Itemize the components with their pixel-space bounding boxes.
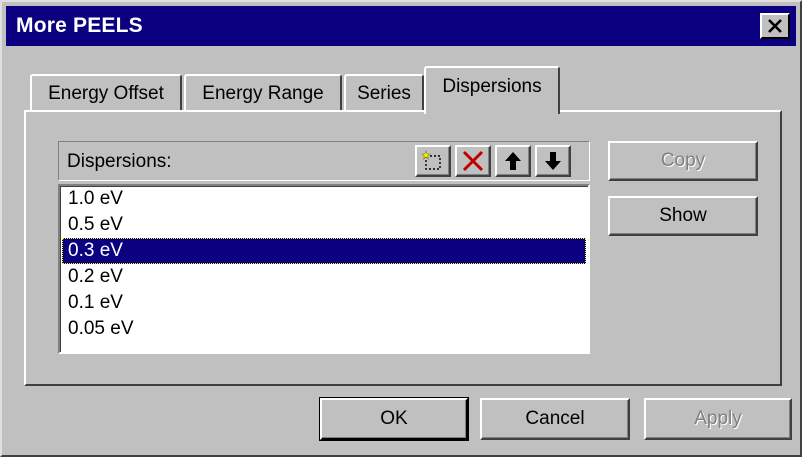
move-up-icon	[505, 152, 521, 170]
delete-item-button[interactable]	[455, 145, 491, 177]
list-item[interactable]: 0.05 eV	[62, 316, 586, 342]
new-item-button[interactable]	[415, 145, 451, 177]
new-item-icon	[421, 150, 441, 170]
tab-dispersions[interactable]: Dispersions	[424, 66, 560, 114]
copy-button-label: Copy	[660, 150, 706, 171]
list-item-selected[interactable]: 0.3 eV	[62, 238, 586, 264]
copy-button[interactable]: Copy	[608, 141, 758, 181]
dispersions-listbox[interactable]: 1.0 eV 0.5 eV 0.3 eV 0.2 eV 0.1 eV 0.05 …	[58, 184, 590, 354]
list-item[interactable]: 0.5 eV	[62, 212, 586, 238]
tab-energy-range[interactable]: Energy Range	[184, 74, 342, 112]
tab-label: Dispersions	[442, 76, 542, 97]
apply-button[interactable]: Apply	[644, 398, 792, 440]
list-item[interactable]: 1.0 eV	[62, 186, 586, 212]
ok-button[interactable]: OK	[319, 397, 469, 441]
tab-energy-offset[interactable]: Energy Offset	[30, 74, 182, 112]
delete-icon	[462, 150, 484, 172]
title-bar[interactable]: More PEELS	[6, 6, 796, 46]
tab-series[interactable]: Series	[344, 74, 424, 112]
close-button[interactable]	[760, 13, 790, 39]
list-item[interactable]: 0.1 eV	[62, 290, 586, 316]
apply-button-label: Apply	[694, 408, 742, 429]
move-down-icon	[545, 152, 561, 170]
dispersions-label: Dispersions:	[67, 151, 172, 172]
show-button-label: Show	[659, 205, 707, 226]
window-title: More PEELS	[16, 14, 143, 37]
cancel-button[interactable]: Cancel	[480, 398, 630, 440]
dialog-window: More PEELS Energy Offset Energy Range Se…	[0, 0, 802, 457]
tab-label: Series	[357, 83, 411, 104]
close-icon	[768, 19, 782, 33]
tab-label: Energy Range	[202, 83, 324, 104]
move-down-button[interactable]	[535, 145, 571, 177]
move-up-button[interactable]	[495, 145, 531, 177]
show-button[interactable]: Show	[608, 196, 758, 236]
dispersions-list-header: Dispersions:	[58, 141, 590, 181]
tab-label: Energy Offset	[48, 83, 164, 104]
list-item[interactable]: 0.2 eV	[62, 264, 586, 290]
cancel-button-label: Cancel	[525, 408, 585, 429]
ok-button-label: OK	[380, 408, 408, 429]
